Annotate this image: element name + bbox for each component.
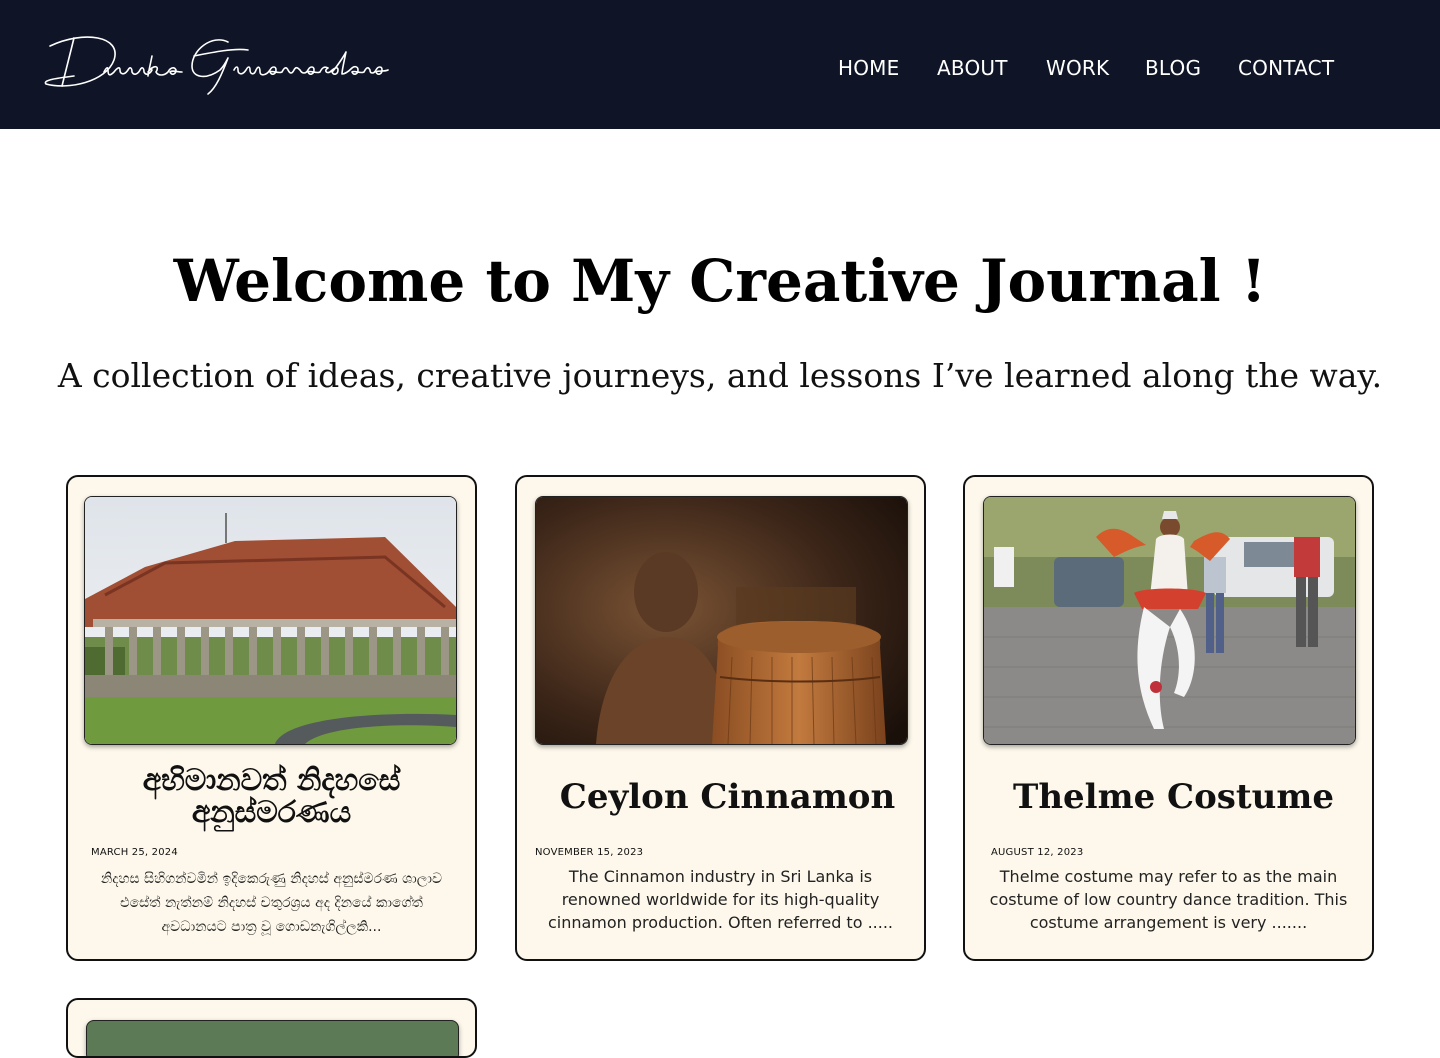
post-thumbnail[interactable] <box>983 496 1356 745</box>
blog-post-card[interactable]: අභිමානවත් නිදහසේ අනුස්මරණය MARCH 25, 202… <box>66 475 477 961</box>
post-thumbnail[interactable] <box>535 496 908 745</box>
post-thumbnail[interactable] <box>86 1020 459 1056</box>
blog-post-card[interactable]: Thelme Costume AUGUST 12, 2023 Thelme co… <box>963 475 1374 961</box>
main-nav: HOME ABOUT WORK BLOG CONTACT <box>0 56 1440 84</box>
page-subtitle: A collection of ideas, creative journeys… <box>57 356 1383 395</box>
post-title[interactable]: Ceylon Cinnamon <box>517 775 924 819</box>
nav-contact-link[interactable]: CONTACT <box>1238 56 1334 80</box>
blog-post-card[interactable]: Ceylon Cinnamon NOVEMBER 15, 2023 The Ci… <box>515 475 926 961</box>
site-header: HOME ABOUT WORK BLOG CONTACT <box>0 0 1440 129</box>
independence-hall-image <box>85 497 456 744</box>
nav-work-link[interactable]: WORK <box>1046 56 1109 80</box>
post-date: NOVEMBER 15, 2023 <box>535 847 644 858</box>
cinnamon-image <box>536 497 907 744</box>
post-date: AUGUST 12, 2023 <box>991 847 1084 858</box>
nav-home-link[interactable]: HOME <box>838 56 899 80</box>
post-thumbnail[interactable] <box>84 496 457 745</box>
nav-blog-link[interactable]: BLOG <box>1145 56 1201 80</box>
post-excerpt: The Cinnamon industry in Sri Lanka is re… <box>547 867 894 932</box>
nav-about-link[interactable]: ABOUT <box>937 56 1008 80</box>
post-date: MARCH 25, 2024 <box>91 847 178 858</box>
post-excerpt: නිදහස සිහිගන්වමින් ඉදිකෙරුණු නිදහස් අනුස… <box>100 871 443 935</box>
post-title[interactable]: Thelme Costume <box>965 775 1372 819</box>
thelme-dancer-image <box>984 497 1355 744</box>
post-title[interactable]: අභිමානවත් නිදහසේ අනුස්මරණය <box>68 765 475 829</box>
blog-post-card[interactable] <box>66 998 477 1058</box>
page-title: Welcome to My Creative Journal ! <box>173 247 1267 315</box>
post-excerpt: Thelme costume may refer to as the main … <box>989 867 1348 932</box>
